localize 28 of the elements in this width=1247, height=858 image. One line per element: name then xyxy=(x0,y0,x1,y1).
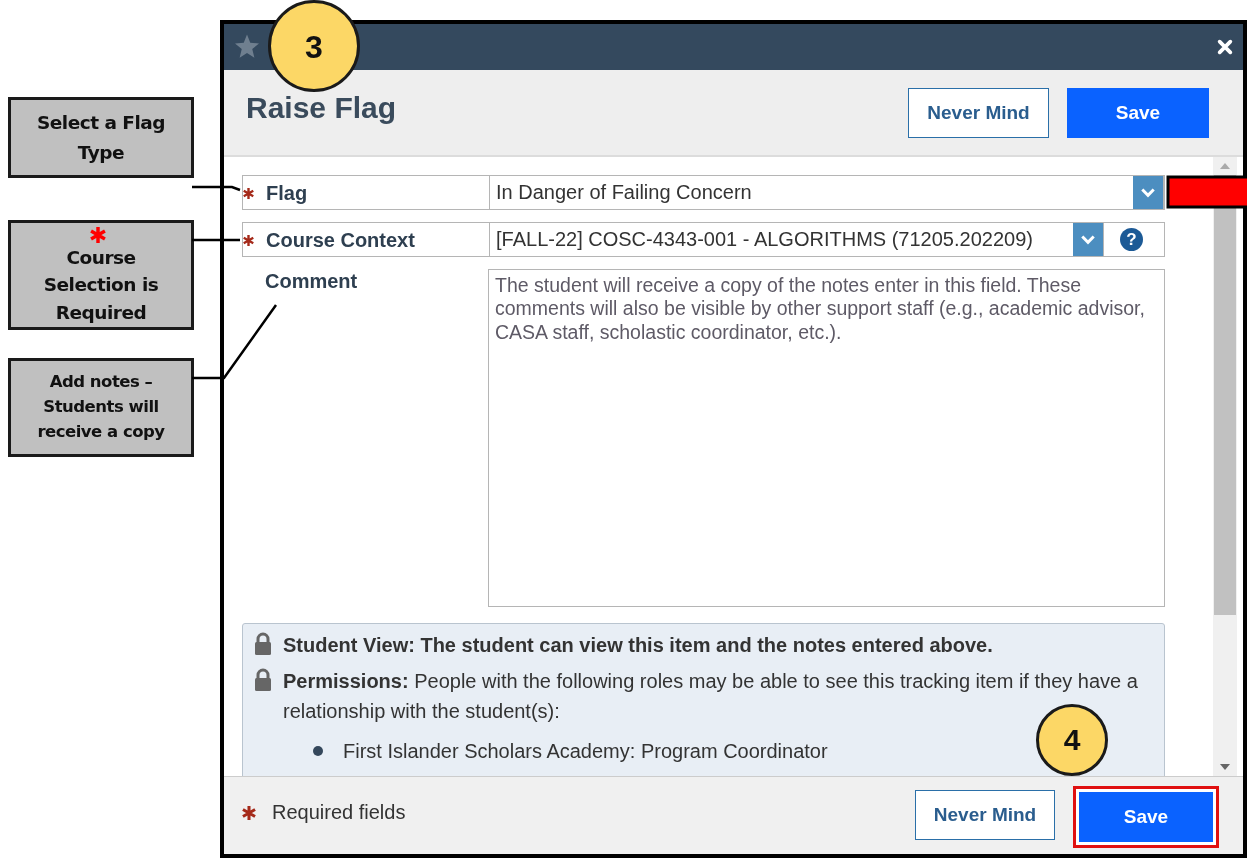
callout-box: Add notes – Students will receive a copy xyxy=(8,358,194,457)
dropdown-field[interactable]: In Danger of Failing Concern xyxy=(489,175,1164,210)
save-button[interactable]: Save xyxy=(1073,785,1219,848)
field-label: Course Context xyxy=(266,229,415,252)
callout-box: Select a Flag Type xyxy=(8,97,194,178)
dropdown-field[interactable]: [FALL-22] COSC-4343-001 - ALGORITHMS (71205.202209) xyxy=(489,222,1104,257)
chevron-down-icon xyxy=(1080,233,1096,246)
bullet-icon xyxy=(313,746,323,756)
role-item: First Islander Scholars Academy: Program Coordinator xyxy=(343,739,828,764)
lock-icon xyxy=(253,668,273,692)
cancel-button[interactable]: Never Mind xyxy=(908,87,1049,138)
asterisk-icon xyxy=(90,227,106,243)
scroll-down-icon[interactable] xyxy=(1220,764,1230,770)
info-text: Student View: The student can view this item and the notes entered above. xyxy=(283,633,993,658)
lock-icon xyxy=(253,632,273,656)
required-note: Required fields xyxy=(272,801,406,824)
dialog-title: Raise Flag xyxy=(246,90,397,125)
comment-field[interactable]: The student will receive a copy of the notes enter in this field. These comments will also be visible by other support staff (e.g., academic advisor, CASA staff, scholastic coordinator, etc.). xyxy=(488,269,1165,607)
field-label: Comment xyxy=(265,270,358,293)
chevron-down-icon xyxy=(1140,186,1156,199)
help-icon[interactable]: ? xyxy=(1120,228,1143,251)
required-icon xyxy=(242,805,256,820)
field-label: Flag xyxy=(266,182,308,205)
close-icon[interactable] xyxy=(1217,39,1233,55)
callout-box: Course Selection is Required xyxy=(8,220,194,330)
cancel-button[interactable]: Never Mind xyxy=(915,789,1055,840)
scrollbar[interactable] xyxy=(1213,157,1237,776)
save-button[interactable]: Save xyxy=(1067,87,1209,138)
